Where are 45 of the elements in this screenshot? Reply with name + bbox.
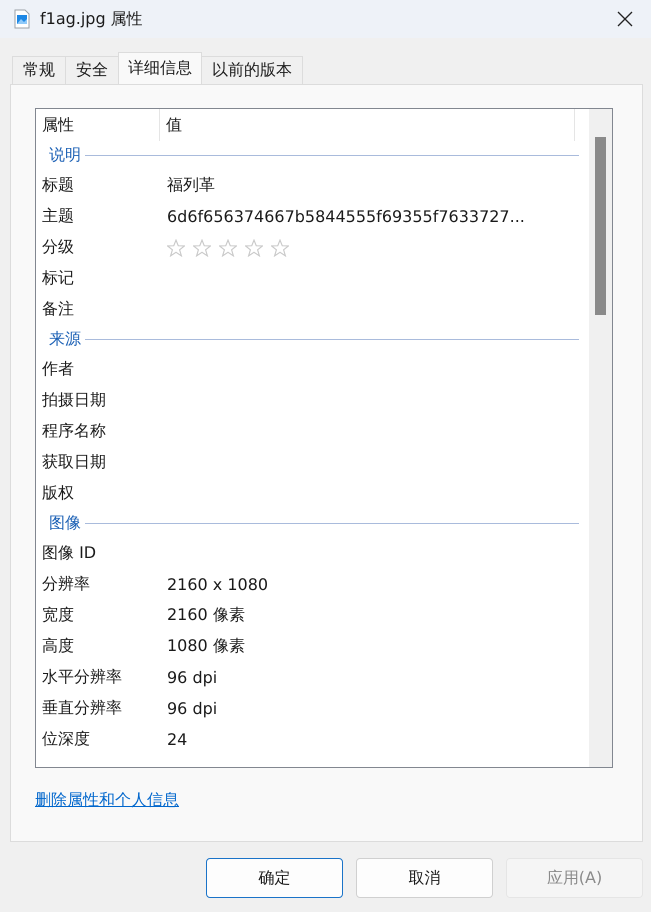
property-value: 96 dpi xyxy=(167,668,218,687)
window-title: f1ag.jpg 属性 xyxy=(40,8,144,30)
property-name: 拍摄日期 xyxy=(41,390,107,411)
dialog-button[interactable]: 取消 xyxy=(356,858,493,898)
property-name: 分辨率 xyxy=(41,574,91,595)
property-name: 分级 xyxy=(41,237,75,258)
property-name: 版权 xyxy=(41,483,75,504)
property-value: 1080 像素 xyxy=(167,636,245,657)
scrollbar[interactable] xyxy=(589,109,612,767)
star-icon[interactable] xyxy=(271,238,289,256)
group-header: 来源 xyxy=(49,329,81,350)
column-header[interactable]: 值 xyxy=(160,109,575,141)
group-header: 说明 xyxy=(49,145,81,166)
property-name: 标记 xyxy=(41,268,75,289)
property-value: 2160 x 1080 xyxy=(167,575,268,594)
property-name: 水平分辨率 xyxy=(41,667,123,688)
close-icon[interactable] xyxy=(617,11,633,27)
property-name: 垂直分辨率 xyxy=(41,698,123,719)
property-name: 位深度 xyxy=(41,729,91,750)
property-name: 标题 xyxy=(41,175,75,196)
tab[interactable]: 常规 xyxy=(12,56,66,84)
star-icon[interactable] xyxy=(245,238,263,256)
property-value: 24 xyxy=(167,730,188,749)
dialog-button[interactable]: 确定 xyxy=(206,858,343,898)
property-name: 宽度 xyxy=(41,605,75,626)
star-icon[interactable] xyxy=(219,238,237,256)
property-name: 主题 xyxy=(41,206,75,227)
property-value: 6d6f656374667b5844555f69355f7633727... xyxy=(167,207,525,226)
property-value: 96 dpi xyxy=(167,699,218,718)
property-name: 获取日期 xyxy=(41,452,107,473)
property-name: 备注 xyxy=(41,299,75,320)
property-name: 作者 xyxy=(41,359,75,380)
image-file-icon xyxy=(14,9,30,29)
tab[interactable]: 以前的版本 xyxy=(201,56,303,84)
property-name: 高度 xyxy=(41,636,75,657)
remove-properties-link[interactable]: 删除属性和个人信息 xyxy=(35,790,179,809)
property-name: 程序名称 xyxy=(41,421,107,442)
column-header[interactable]: 属性 xyxy=(36,109,160,141)
property-value: 2160 像素 xyxy=(167,605,245,626)
group-header: 图像 xyxy=(49,513,81,534)
star-icon[interactable] xyxy=(193,238,211,256)
property-name: 图像 ID xyxy=(41,543,98,564)
property-value: 福列革 xyxy=(167,175,215,196)
star-icon[interactable] xyxy=(167,238,185,256)
tab[interactable]: 详细信息 xyxy=(118,52,202,84)
